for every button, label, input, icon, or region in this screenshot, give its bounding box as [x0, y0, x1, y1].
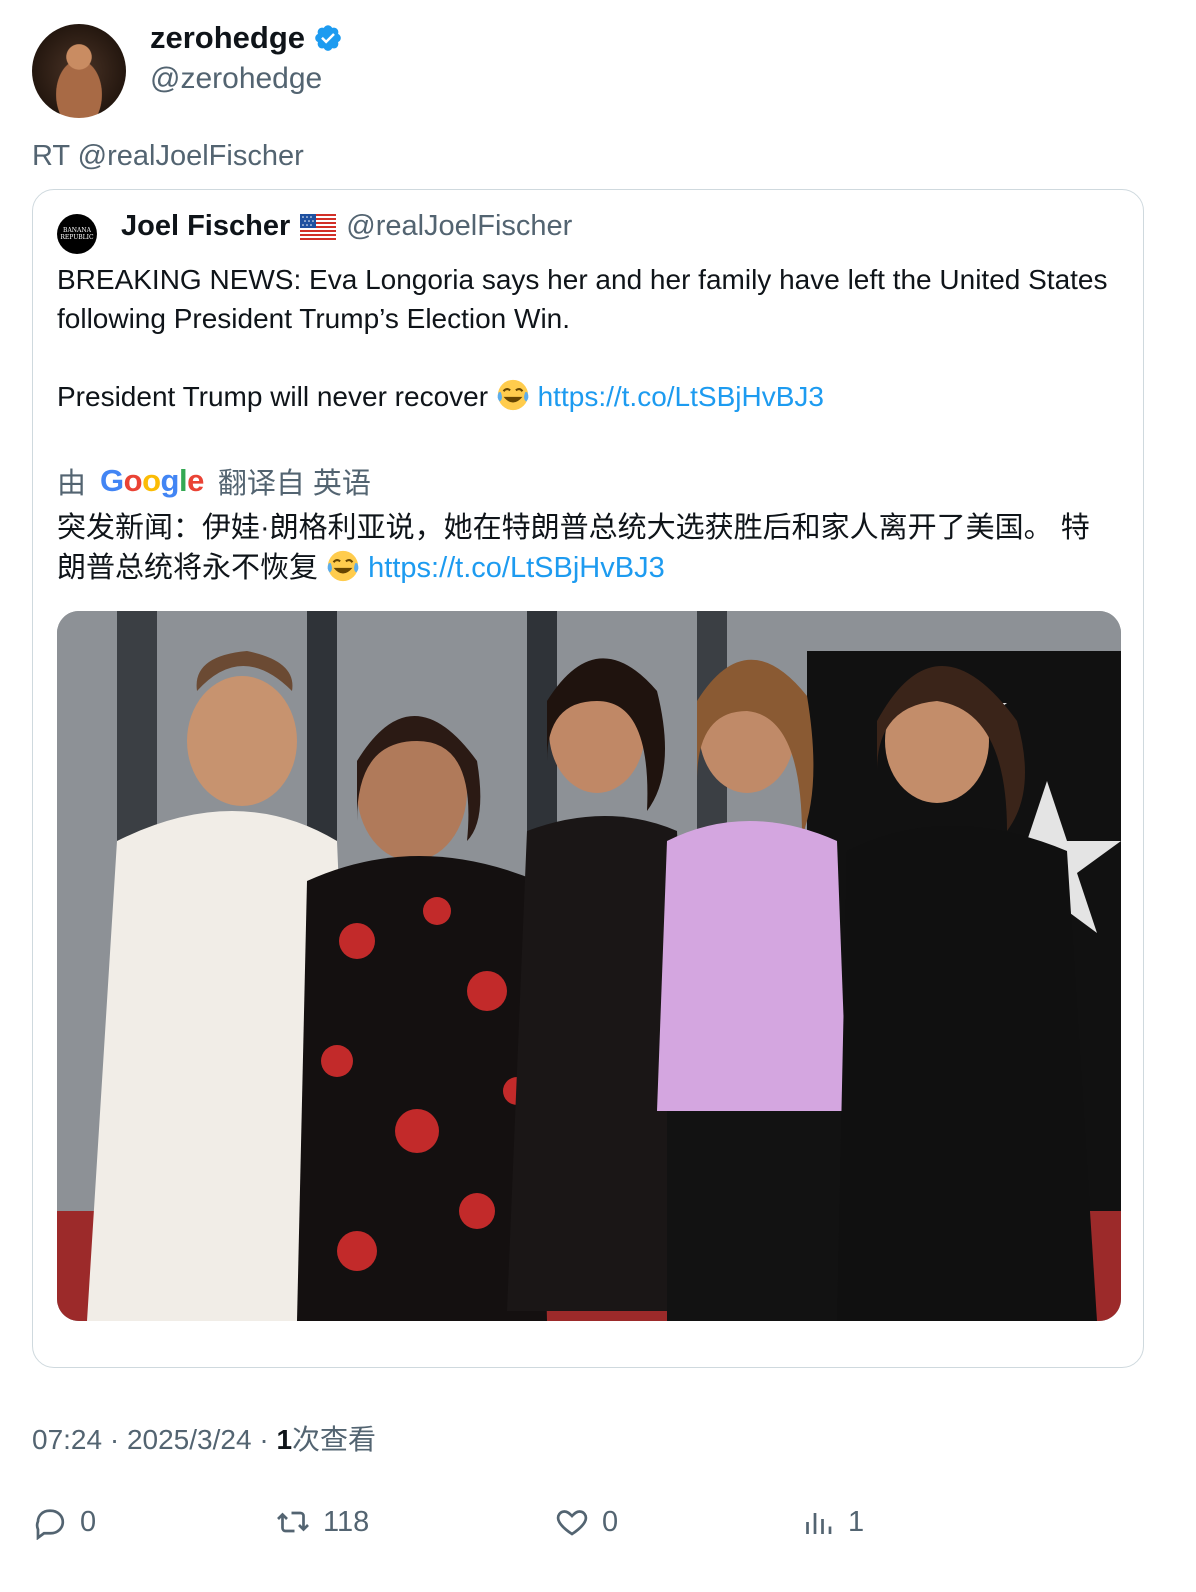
author-avatar[interactable]	[32, 24, 126, 118]
quoted-text-line1: BREAKING NEWS: Eva Longoria says her and…	[57, 264, 1108, 334]
translate-prefix: 由	[57, 468, 87, 500]
photo-illustration	[57, 611, 1121, 1321]
quoted-handle[interactable]: @realJoelFischer	[346, 210, 572, 243]
us-flag-icon	[300, 213, 337, 240]
translated-text: 突发新闻：伊娃·朗格利亚说，她在特朗普总统大选获胜后和家人离开了美国。 特朗普总…	[57, 508, 1117, 588]
quoted-name-row: Joel Fischer @realJoelFischer	[121, 210, 572, 243]
verified-badge-icon	[315, 25, 341, 51]
author-name-row: zerohedge	[150, 20, 343, 56]
laughing-tears-emoji-icon	[497, 379, 529, 411]
like-count: 0	[602, 1505, 619, 1538]
tweet-meta: 07:24 · 2025/3/24 · 1次查看	[32, 1424, 377, 1455]
tweet-photo[interactable]	[57, 611, 1121, 1321]
quoted-tweet-card[interactable]: BANANA REPUBLIC Joel Fischer @realJoelFi…	[32, 189, 1144, 1368]
translated-link[interactable]: https://t.co/LtSBjHvBJ3	[368, 552, 665, 584]
translate-suffix: 翻译自 英语	[217, 468, 371, 500]
views-label: 次查看	[292, 1424, 377, 1455]
author-display-name[interactable]: zerohedge	[150, 20, 305, 56]
like-button[interactable]: 0	[554, 1504, 618, 1540]
views-count: 1	[276, 1424, 293, 1455]
quoted-link[interactable]: https://t.co/LtSBjHvBJ3	[538, 381, 824, 412]
quoted-text-line2: President Trump will never recover	[57, 381, 489, 412]
views-button[interactable]: 1	[800, 1504, 864, 1540]
quoted-display-name[interactable]: Joel Fischer	[121, 210, 290, 243]
quoted-text-line2-row: President Trump will never recover https…	[57, 377, 1117, 416]
views-action-count: 1	[848, 1505, 865, 1538]
quoted-avatar[interactable]: BANANA REPUBLIC	[57, 214, 97, 254]
quoted-tweet-text: BREAKING NEWS: Eva Longoria says her and…	[57, 260, 1117, 416]
retweet-count: 118	[323, 1505, 370, 1538]
heart-icon	[556, 1510, 588, 1536]
laughing-tears-emoji-icon	[327, 550, 359, 582]
translation-attribution: 由 Google 翻译自 英语	[57, 460, 371, 502]
retweet-line: RT @realJoelFischer	[32, 140, 304, 172]
author-handle[interactable]: @zerohedge	[150, 62, 322, 96]
tweet-time[interactable]: 07:24	[32, 1424, 102, 1455]
retweet-button[interactable]: 118	[275, 1504, 369, 1540]
retweet-icon	[277, 1511, 309, 1533]
google-logo: Google	[100, 463, 204, 498]
tweet-date[interactable]: 2025/3/24	[127, 1424, 252, 1455]
reply-count: 0	[80, 1505, 97, 1538]
analytics-bars-icon	[806, 1513, 832, 1534]
reply-icon	[35, 1509, 65, 1540]
reply-button[interactable]: 0	[32, 1504, 96, 1540]
